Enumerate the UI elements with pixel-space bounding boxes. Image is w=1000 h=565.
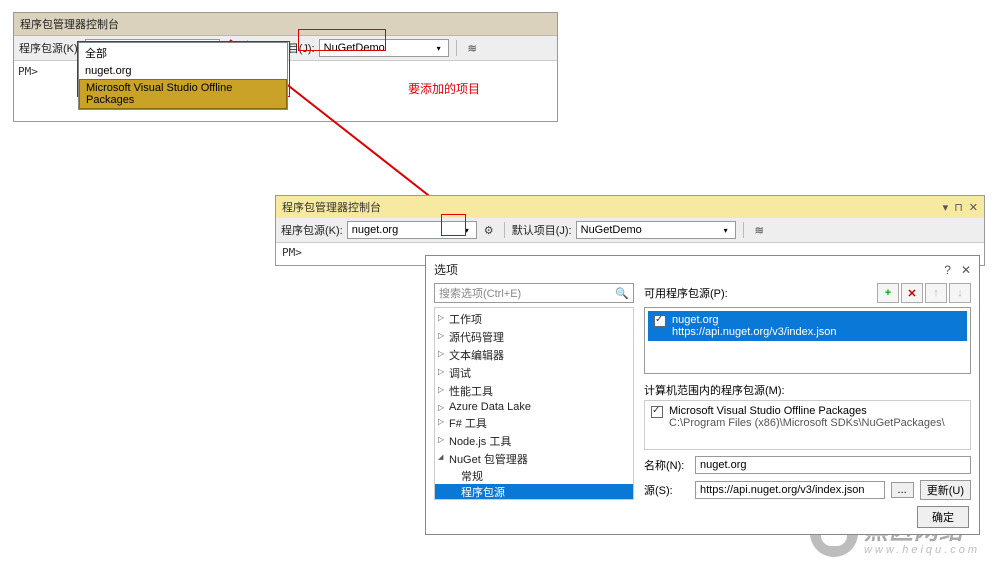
console-toolbar: 程序包源(K): nuget.org ▾ ⚙ 默认项目(J): NuGetDem… (276, 218, 984, 243)
url-label: 源(S): (644, 482, 689, 498)
search-icon: 🔍 (615, 287, 629, 300)
close-icon[interactable]: ✕ (969, 201, 978, 214)
default-value: NuGetDemo (324, 42, 385, 54)
source-url: https://api.nuget.org/v3/index.json (672, 326, 837, 338)
prompt: PM> (282, 246, 302, 259)
tree-item[interactable]: 工作项 (435, 310, 633, 328)
ok-button[interactable]: 确定 (917, 506, 969, 528)
source-label: 程序包源(K): (19, 40, 81, 56)
tree-item[interactable]: 文本编辑器 (435, 346, 633, 364)
default-label: 默认项目(J): (512, 222, 572, 238)
url-input[interactable] (695, 481, 885, 499)
watermark-url: www.heiqu.com (864, 544, 980, 556)
default-project-combo[interactable]: NuGetDemo ▾ (576, 221, 736, 239)
name-label: 名称(N): (644, 457, 689, 473)
remove-button[interactable]: ✕ (901, 283, 923, 303)
window-buttons: ▾ ⊓ ✕ (943, 201, 978, 214)
source-name: nuget.org (672, 314, 837, 326)
prompt: PM> (18, 65, 38, 78)
source-combo[interactable]: nuget.org ▾ (347, 221, 477, 239)
checkbox-icon[interactable] (654, 315, 666, 327)
tree-subitem[interactable]: 常规 (435, 468, 633, 484)
source-list[interactable]: nuget.org https://api.nuget.org/v3/index… (644, 307, 971, 374)
machine-name: Microsoft Visual Studio Offline Packages (669, 405, 945, 417)
source-label: 程序包源(K): (281, 222, 343, 238)
tree-item-nuget[interactable]: NuGet 包管理器 (435, 450, 633, 468)
tree-item[interactable]: 性能工具 (435, 382, 633, 400)
tree-item[interactable]: Azure Data Lake (435, 400, 633, 414)
dropdown-item[interactable]: nuget.org (79, 63, 287, 79)
options-dialog: 选项 ? ✕ 搜索选项(Ctrl+E) 🔍 工作项 源代码管理 文本编辑器 调试… (425, 255, 980, 535)
chevron-down-icon[interactable]: ▾ (432, 41, 446, 55)
down-button[interactable]: ↓ (949, 283, 971, 303)
chevron-down-icon[interactable]: ▾ (460, 223, 474, 237)
tree-item[interactable]: 调试 (435, 364, 633, 382)
separator (504, 222, 505, 238)
update-button[interactable]: 更新(U) (920, 480, 971, 500)
available-label: 可用程序包源(P): (644, 285, 728, 301)
machine-path: C:\Program Files (x86)\Microsoft SDKs\Nu… (669, 417, 945, 429)
name-input[interactable] (695, 456, 971, 474)
annotation-target: 要添加的项目 (408, 80, 480, 97)
machine-list[interactable]: Microsoft Visual Studio Offline Packages… (644, 400, 971, 450)
chevron-down-icon[interactable]: ▾ (719, 223, 733, 237)
add-button[interactable]: + (877, 283, 899, 303)
tree-item[interactable]: Node.js 工具 (435, 432, 633, 450)
browse-button[interactable]: ... (891, 482, 914, 498)
console-title: 程序包管理器控制台 ▾ ⊓ ✕ (276, 196, 984, 218)
dialog-title: 选项 (434, 261, 458, 278)
tree-item[interactable]: 源代码管理 (435, 328, 633, 346)
machine-label: 计算机范围内的程序包源(M): (644, 382, 971, 398)
gear-icon[interactable]: ⚙ (481, 222, 497, 238)
up-button[interactable]: ↑ (925, 283, 947, 303)
console-title: 程序包管理器控制台 (14, 13, 557, 36)
options-tree[interactable]: 工作项 源代码管理 文本编辑器 调试 性能工具 Azure Data Lake … (434, 307, 634, 500)
dropdown-item-selected[interactable]: Microsoft Visual Studio Offline Packages (79, 79, 287, 109)
pin-icon[interactable]: ⊓ (954, 201, 963, 214)
close-icon[interactable]: ✕ (961, 263, 971, 277)
search-input[interactable]: 搜索选项(Ctrl+E) 🔍 (434, 283, 634, 303)
source-item-selected[interactable]: nuget.org https://api.nuget.org/v3/index… (648, 311, 967, 341)
tree-subitem-selected[interactable]: 程序包源 (435, 484, 633, 500)
dropdown-icon[interactable]: ▾ (943, 201, 949, 214)
separator (456, 40, 457, 56)
dropdown-item[interactable]: 全部 (79, 43, 287, 63)
clear-icon[interactable]: ≋ (464, 42, 481, 55)
help-icon[interactable]: ? (944, 263, 951, 277)
separator (743, 222, 744, 238)
default-project-combo[interactable]: NuGetDemo ▾ (319, 39, 449, 57)
checkbox-icon[interactable] (651, 406, 663, 418)
clear-icon[interactable]: ≋ (751, 224, 768, 237)
search-placeholder: 搜索选项(Ctrl+E) (439, 285, 521, 301)
source-dropdown: 全部 nuget.org Microsoft Visual Studio Off… (78, 42, 288, 110)
title-text: 程序包管理器控制台 (282, 199, 381, 215)
dialog-titlebar: 选项 ? ✕ (426, 256, 979, 283)
default-value: NuGetDemo (581, 224, 642, 236)
source-value: nuget.org (352, 224, 398, 236)
tree-item[interactable]: F# 工具 (435, 414, 633, 432)
